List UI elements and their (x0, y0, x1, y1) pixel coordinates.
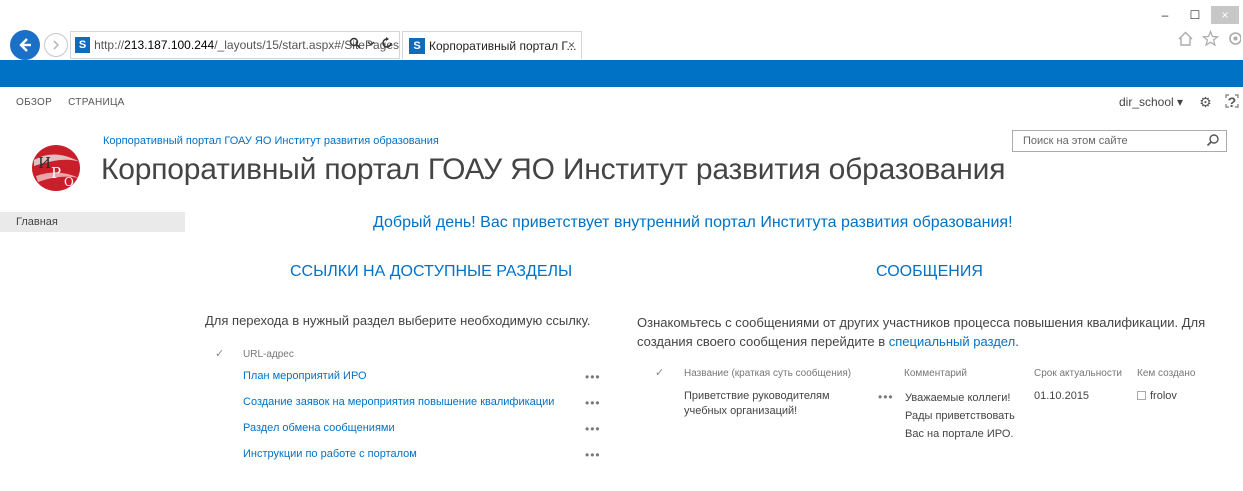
presence-icon (1137, 391, 1146, 400)
forward-button[interactable] (44, 33, 68, 57)
tab-page[interactable]: СТРАНИЦА (68, 97, 125, 108)
links-heading: ССЫЛКИ НА ДОСТУПНЫЕ РАЗДЕЛЫ (290, 263, 573, 280)
settings-icon[interactable]: ⚙ (1199, 94, 1212, 111)
browser-tab[interactable]: S Корпоративный портал Г... × (402, 31, 582, 59)
column-header-title[interactable]: Название (краткая суть сообщения) (684, 368, 851, 379)
tab-title: Корпоративный портал Г... (429, 38, 577, 53)
select-all-messages-checkmark-icon[interactable]: ✓ (655, 366, 664, 379)
more-options-icon[interactable]: ••• (585, 370, 601, 384)
close-window-button[interactable]: × (1211, 6, 1239, 24)
link-create-requests[interactable]: Создание заявок на мероприятия повышение… (243, 396, 554, 408)
search-placeholder: Поиск на этом сайте (1023, 135, 1128, 147)
iro-logo-icon: И Р О (32, 145, 80, 191)
site-search-input[interactable]: Поиск на этом сайте (1012, 130, 1227, 152)
special-section-link[interactable]: специальный раздел (889, 334, 1015, 349)
page-title: Корпоративный портал ГОАУ ЯО Институт ра… (101, 153, 1006, 186)
restore-button[interactable]: ☐ (1181, 6, 1209, 24)
links-description: Для перехода в нужный раздел выберите не… (205, 313, 591, 328)
user-menu[interactable]: dir_school ▾ (1119, 95, 1183, 109)
more-options-icon[interactable]: ••• (585, 396, 601, 410)
column-header-comment[interactable]: Комментарий (904, 368, 967, 379)
message-title[interactable]: Приветствие руководителям учебных органи… (684, 389, 869, 419)
messages-description: Ознакомьтесь с сообщениями от других уча… (637, 315, 1206, 349)
home-icon[interactable] (1177, 30, 1194, 47)
arrow-right-icon (53, 40, 60, 50)
select-all-checkmark-icon[interactable]: ✓ (215, 347, 224, 360)
more-options-icon[interactable]: ••• (878, 390, 894, 404)
svg-text:Р: Р (51, 164, 61, 182)
breadcrumb[interactable]: Корпоративный портал ГОАУ ЯО Институт ра… (103, 135, 439, 147)
dropdown-icon[interactable] (367, 37, 375, 49)
ribbon-tabs: ОБЗОР СТРАНИЦА (16, 97, 125, 108)
message-comment: Уважаемые коллеги! Рады приветствовать В… (905, 392, 1015, 440)
link-instructions[interactable]: Инструкции по работе с порталом (243, 448, 417, 460)
minimize-button[interactable]: – (1151, 6, 1179, 24)
user-bar: dir_school ▾ ⚙ ? (1105, 87, 1243, 117)
nav-item-home[interactable]: Главная (0, 212, 185, 232)
links-column-header[interactable]: URL-адрес (243, 349, 294, 360)
address-bar[interactable]: S http://213.187.100.244/_layouts/15/sta… (70, 31, 400, 59)
message-due-date: 01.10.2015 (1034, 390, 1090, 402)
toolbar-icons (1177, 30, 1241, 47)
tab-browse[interactable]: ОБЗОР (16, 97, 52, 108)
arrow-left-icon (19, 38, 31, 52)
column-header-due[interactable]: Срок актуальности (1034, 368, 1122, 379)
search-icon[interactable] (1206, 133, 1220, 147)
window-controls: – ☐ × (1151, 6, 1239, 24)
suite-bar (0, 60, 1243, 87)
tab-close-button[interactable]: × (568, 38, 575, 52)
message-author[interactable]: frolov (1137, 389, 1177, 404)
sharepoint-favicon-icon: S (75, 37, 91, 53)
svg-text:О: О (64, 175, 74, 189)
column-header-author[interactable]: Кем создано (1137, 368, 1195, 379)
address-icons (349, 37, 393, 49)
link-events-plan[interactable]: План мероприятий ИРО (243, 370, 367, 382)
more-options-icon[interactable]: ••• (585, 422, 601, 436)
favorites-star-icon[interactable] (1202, 30, 1219, 47)
settings-gear-icon[interactable] (1227, 30, 1241, 47)
link-messages-section[interactable]: Раздел обмена сообщениями (243, 422, 395, 434)
messages-heading: СООБЩЕНИЯ (876, 263, 983, 280)
svg-text:И: И (38, 154, 51, 172)
back-button[interactable] (10, 30, 40, 60)
browser-chrome: – ☐ × S http://213.187.100.244/_layouts/… (0, 0, 1243, 60)
sharepoint-tab-icon: S (409, 37, 425, 54)
refresh-icon[interactable] (381, 37, 393, 49)
search-icon[interactable] (349, 37, 361, 49)
focus-content-icon[interactable] (1225, 94, 1239, 108)
more-options-icon[interactable]: ••• (585, 448, 601, 462)
welcome-message: Добрый день! Вас приветствует внутренний… (373, 214, 1013, 231)
